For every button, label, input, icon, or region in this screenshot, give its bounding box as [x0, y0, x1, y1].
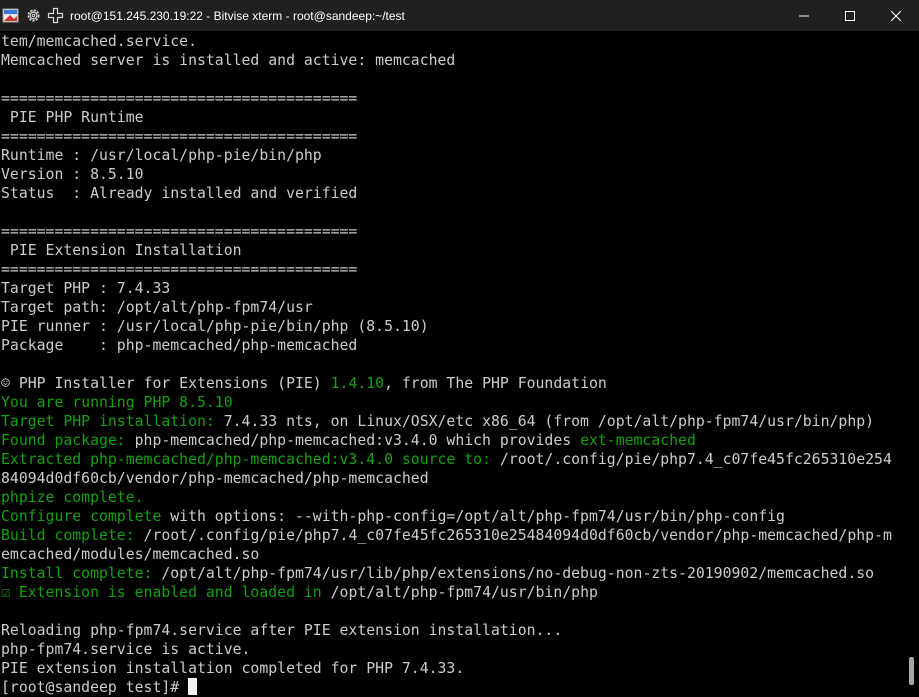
close-icon	[890, 10, 902, 21]
terminal-lines: tem/memcached.service. Memcached server i…	[1, 32, 906, 678]
terminal-text: php-fpm74.service is active.	[1, 641, 251, 658]
terminal-line: Package : php-memcached/php-memcached	[1, 336, 906, 355]
terminal-text: ========================================	[1, 128, 358, 145]
terminal-text: with options: --with-php-config=/opt/alt…	[161, 508, 785, 525]
terminal-text: Reloading php-fpm74.service after PIE ex…	[1, 622, 563, 639]
terminal-text: Package : php-memcached/php-memcached	[1, 337, 358, 354]
title-bar[interactable]: root@151.245.230.19:22 - Bitvise xterm -…	[0, 0, 919, 31]
terminal-text-green: ext-memcached	[580, 432, 696, 449]
terminal-text: ========================================	[1, 223, 358, 240]
terminal-text: 84094d0df60cb/vendor/php-memcached/php-m…	[1, 470, 429, 487]
command-prompt: [root@sandeep test]#	[1, 679, 189, 696]
terminal-text: /root/.config/pie/php7.4_c07fe45fc265310…	[490, 451, 892, 468]
vertical-scrollbar[interactable]	[906, 31, 919, 697]
terminal-text-green: Configure complete	[1, 508, 162, 525]
terminal-window: root@151.245.230.19:22 - Bitvise xterm -…	[0, 0, 919, 697]
terminal-line: ========================================	[1, 89, 906, 108]
terminal-text: Target PHP : 7.4.33	[1, 280, 171, 297]
terminal-text: PIE Extension Installation	[1, 242, 242, 259]
terminal-line: PIE PHP Runtime	[1, 108, 906, 127]
terminal-text: /opt/alt/php-fpm74/usr/bin/php	[321, 584, 598, 601]
terminal-line: Target PHP : 7.4.33	[1, 279, 906, 298]
terminal-line: Target PHP installation: 7.4.33 nts, on …	[1, 412, 906, 431]
close-button[interactable]	[873, 0, 919, 31]
terminal-line: Status : Already installed and verified	[1, 184, 906, 203]
terminal-text: tem/memcached.service.	[1, 33, 197, 50]
terminal-line: Target path: /opt/alt/php-fpm74/usr	[1, 298, 906, 317]
scrollbar-thumb[interactable]	[909, 657, 914, 685]
terminal-text: , from The PHP Foundation	[384, 375, 607, 392]
terminal-line: Memcached server is installed and active…	[1, 51, 906, 70]
terminal-text-green: Extracted php-memcached/php-memcached:v3…	[1, 451, 491, 468]
command-prompt-line[interactable]: [root@sandeep test]#	[1, 678, 906, 697]
terminal-line: Found package: php-memcached/php-memcach…	[1, 431, 906, 450]
terminal-line: Build complete: /root/.config/pie/php7.4…	[1, 526, 906, 545]
terminal-output[interactable]: tem/memcached.service. Memcached server i…	[0, 31, 906, 697]
new-window-icon[interactable]	[47, 7, 64, 24]
maximize-icon	[845, 10, 855, 21]
terminal-text: /root/.config/pie/php7.4_c07fe45fc265310…	[134, 527, 892, 544]
terminal-line: ========================================	[1, 127, 906, 146]
terminal-text-green: Build complete:	[1, 527, 135, 544]
terminal-text: 7.4.33 nts, on Linux/OSX/etc x86_64 (fro…	[214, 413, 875, 430]
terminal-line: phpize complete.	[1, 488, 906, 507]
terminal-line: ========================================	[1, 260, 906, 279]
minimize-button[interactable]	[781, 0, 827, 31]
terminal-text: PIE PHP Runtime	[1, 109, 144, 126]
terminal-line: php-fpm74.service is active.	[1, 640, 906, 659]
text-cursor	[188, 678, 198, 695]
terminal-line: PIE extension installation completed for…	[1, 659, 906, 678]
terminal-text-green: Target PHP installation:	[1, 413, 215, 430]
terminal-line: Reloading php-fpm74.service after PIE ex…	[1, 621, 906, 640]
terminal-line: ☑ Extension is enabled and loaded in /op…	[1, 583, 906, 602]
terminal-line: ☺ PHP Installer for Extensions (PIE) 1.4…	[1, 374, 906, 393]
maximize-button[interactable]	[827, 0, 873, 31]
terminal-text: ========================================	[1, 90, 358, 107]
bitvise-app-icon[interactable]	[2, 7, 19, 24]
terminal-text-green: Found package:	[1, 432, 126, 449]
window-title: root@151.245.230.19:22 - Bitvise xterm -…	[70, 9, 405, 23]
terminal-text: ☺ PHP Installer for Extensions (PIE)	[1, 375, 331, 392]
terminal-line: PIE Extension Installation	[1, 241, 906, 260]
terminal-text: Status : Already installed and verified	[1, 185, 358, 202]
terminal-text: Target path: /opt/alt/php-fpm74/usr	[1, 299, 313, 316]
gear-icon[interactable]	[25, 7, 42, 24]
terminal-text-green: ☑ Extension is enabled and loaded in	[1, 584, 322, 601]
terminal-text: Version : 8.5.10	[1, 166, 144, 183]
terminal-text: PIE extension installation completed for…	[1, 660, 465, 677]
terminal-line: Configure complete with options: --with-…	[1, 507, 906, 526]
terminal-text: php-memcached/php-memcached:v3.4.0 which…	[125, 432, 581, 449]
terminal-line: 84094d0df60cb/vendor/php-memcached/php-m…	[1, 469, 906, 488]
terminal-line: tem/memcached.service.	[1, 32, 906, 51]
terminal-text-green: phpize complete.	[1, 489, 144, 506]
terminal-line: Version : 8.5.10	[1, 165, 906, 184]
terminal-line: Runtime : /usr/local/php-pie/bin/php	[1, 146, 906, 165]
terminal-text-green: You are running PHP 8.5.10	[1, 394, 233, 411]
terminal-text: PIE runner : /usr/local/php-pie/bin/php …	[1, 318, 429, 335]
terminal-text: emcached/modules/memcached.so	[1, 546, 260, 563]
terminal-line: ========================================	[1, 222, 906, 241]
minimize-icon	[799, 15, 809, 16]
terminal-text-green: Install complete:	[1, 565, 153, 582]
terminal-text: /opt/alt/php-fpm74/usr/lib/php/extension…	[152, 565, 875, 582]
terminal-text: ========================================	[1, 261, 358, 278]
terminal-line: emcached/modules/memcached.so	[1, 545, 906, 564]
terminal-line: Extracted php-memcached/php-memcached:v3…	[1, 450, 906, 469]
terminal-line: Install complete: /opt/alt/php-fpm74/usr…	[1, 564, 906, 583]
terminal-text-green: 1.4.10	[330, 375, 385, 392]
terminal-text: Memcached server is installed and active…	[1, 52, 456, 69]
terminal-line: PIE runner : /usr/local/php-pie/bin/php …	[1, 317, 906, 336]
terminal-line: You are running PHP 8.5.10	[1, 393, 906, 412]
terminal-text: Runtime : /usr/local/php-pie/bin/php	[1, 147, 322, 164]
